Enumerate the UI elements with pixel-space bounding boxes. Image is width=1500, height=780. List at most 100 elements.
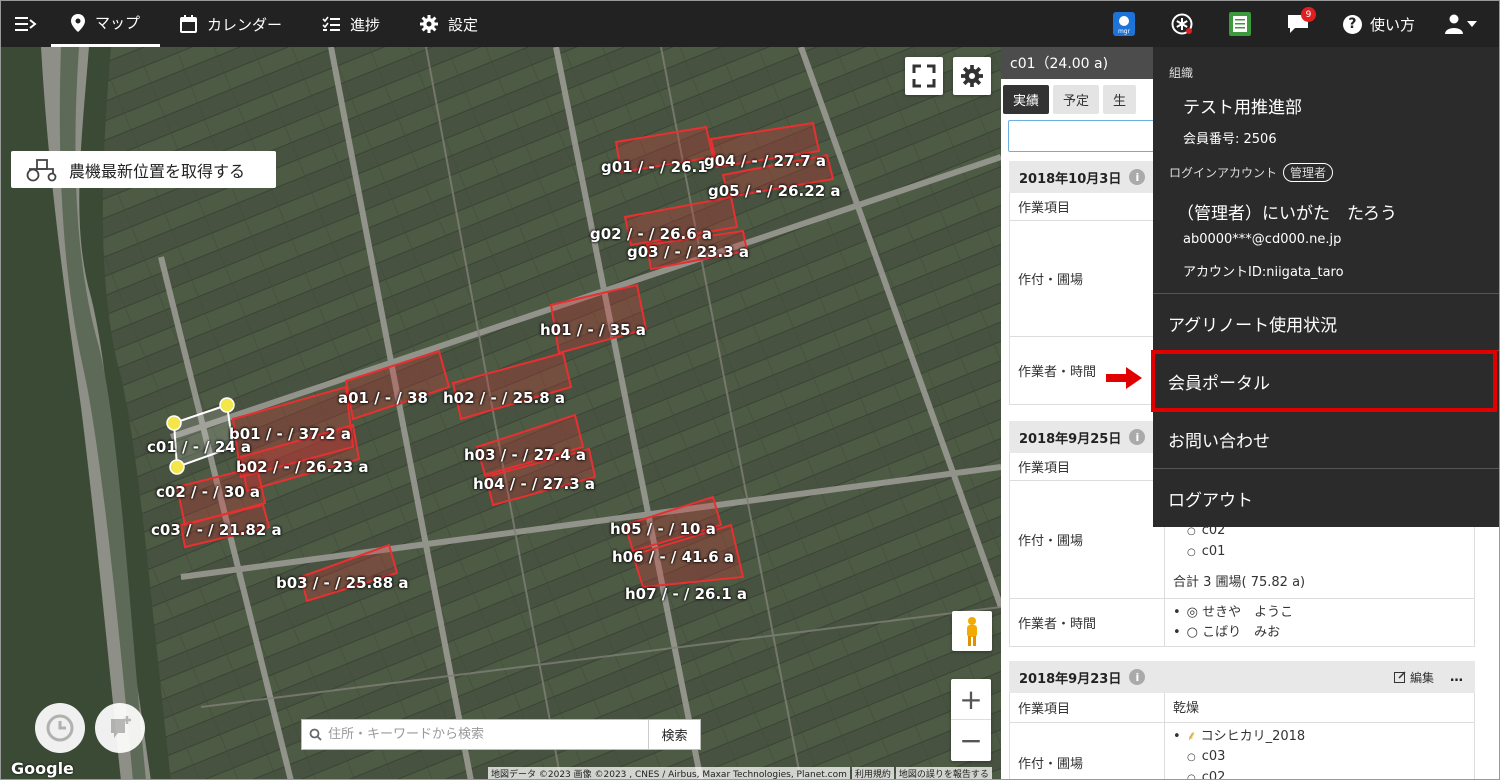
info-icon[interactable]: i: [1129, 169, 1146, 185]
field-a01: [344, 349, 451, 421]
history-button[interactable]: [35, 703, 85, 753]
field-label-h01[interactable]: h01 / - / 35 a: [540, 321, 646, 339]
tab-progress[interactable]: 進捗: [302, 1, 400, 47]
address-search-bar: 検索: [301, 719, 701, 750]
map-data-credit: 地図データ ©2023 画像 ©2023 , CNES / Airbus, Ma…: [488, 767, 850, 779]
tab-progress-label: 進捗: [350, 15, 381, 34]
field-label-h05[interactable]: h05 / - / 10 a: [610, 520, 716, 538]
field-total: 合計 3 圃場( 75.82 a): [1173, 575, 1306, 590]
field-label-g04[interactable]: g04 / - / 27.7 a: [704, 152, 826, 170]
field-item[interactable]: c01: [1173, 542, 1466, 563]
field-item[interactable]: c02: [1173, 768, 1466, 779]
record-date: 2018年9月23日: [1019, 671, 1122, 687]
user-icon: [1445, 14, 1463, 34]
notification-badge: 9: [1300, 7, 1316, 22]
street-view-pegman[interactable]: [952, 611, 992, 651]
manager-app-icon: mgr: [1112, 12, 1135, 36]
menu-item-logout[interactable]: ログアウト: [1153, 469, 1499, 527]
report-error-link[interactable]: 地図の誤りを報告する: [895, 767, 992, 779]
map-pin-icon: [71, 13, 85, 32]
field-label-c01[interactable]: c01 / - / 24 a: [147, 438, 251, 456]
worker-item: ◎ せきや ようこ: [1173, 603, 1466, 623]
user-menu-button[interactable]: [1431, 1, 1499, 47]
crop-item: ⸙ コシヒカリ_2018: [1173, 727, 1466, 747]
record-date: 2018年10月3日: [1019, 171, 1122, 187]
panel-filter-input[interactable]: [1008, 120, 1158, 152]
annotation-arrow-icon: [1106, 367, 1142, 389]
field-label-g01[interactable]: g01 / - / 26.1: [601, 158, 708, 176]
get-tractor-location-button[interactable]: 農機最新位置を取得する: [11, 151, 276, 188]
add-marker-icon: [111, 716, 131, 738]
tab-map[interactable]: マップ: [51, 1, 161, 47]
terms-link[interactable]: 利用規約: [851, 767, 894, 779]
field-label-h06[interactable]: h06 / - / 41.6 a: [612, 548, 734, 566]
member-number: 会員番号: 2506: [1183, 132, 1277, 147]
field-item[interactable]: c03: [1173, 747, 1466, 768]
caret-down-icon: [1467, 21, 1477, 27]
gear-icon: [420, 15, 439, 33]
help-label: 使い方: [1369, 15, 1415, 34]
zoom-in-button[interactable]: +: [951, 679, 991, 720]
edit-button[interactable]: 編集: [1393, 669, 1434, 686]
field-label-c02[interactable]: c02 / - / 30 a: [156, 483, 260, 501]
tab-growth[interactable]: 生: [1103, 85, 1137, 114]
menu-item-member-portal[interactable]: 会員ポータル: [1151, 350, 1497, 412]
field-label-h04[interactable]: h04 / - / 27.3 a: [473, 475, 595, 493]
tab-plans[interactable]: 予定: [1053, 85, 1100, 114]
notifications-button[interactable]: 9: [1269, 1, 1327, 47]
field-label-g03[interactable]: g03 / - / 23.3 a: [627, 243, 749, 261]
tab-settings[interactable]: 設定: [400, 1, 498, 47]
search-button[interactable]: 検索: [648, 720, 700, 749]
menu-item-contact[interactable]: お問い合わせ: [1153, 410, 1499, 468]
tab-calendar[interactable]: カレンダー: [160, 1, 302, 47]
field-label-b03[interactable]: b03 / - / 25.88 a: [276, 574, 408, 592]
work-item-value[interactable]: 乾燥: [1165, 693, 1474, 722]
manual-book-icon: [1228, 12, 1251, 36]
field-label-h07[interactable]: h07 / - / 26.1 a: [625, 585, 747, 603]
user-email: ab0000***@cd000.ne.jp: [1183, 232, 1342, 247]
worker-label: 作業者・時間: [1010, 599, 1165, 646]
help-link[interactable]: ? 使い方: [1327, 1, 1431, 47]
info-icon[interactable]: i: [1129, 429, 1146, 445]
fullscreen-icon: [912, 64, 936, 88]
work-item-label: 作業項目: [1010, 453, 1165, 480]
info-icon[interactable]: i: [1129, 669, 1146, 685]
work-item-row: 作業項目 乾燥: [1009, 693, 1475, 723]
field-label-g05[interactable]: g05 / - / 26.22 a: [708, 182, 840, 200]
manager-app-button[interactable]: mgr: [1095, 1, 1153, 47]
org-heading: 組織: [1169, 66, 1194, 80]
menu-item-usage[interactable]: アグリノート使用状況: [1153, 294, 1499, 352]
calendar-icon: [180, 15, 198, 33]
field-label-a01[interactable]: a01 / - / 38: [338, 389, 428, 407]
org-name: テスト用推進部: [1183, 98, 1302, 118]
field-label-h03[interactable]: h03 / - / 27.4 a: [464, 446, 586, 464]
add-marker-button[interactable]: [95, 703, 145, 753]
map-settings-button[interactable]: [953, 57, 991, 95]
clock-icon: [46, 714, 74, 742]
search-icon: [302, 728, 328, 741]
tab-results[interactable]: 実績: [1003, 85, 1050, 114]
worker-row: 作業者・時間 ◎ せきや ようこ ○ こばり みお: [1009, 599, 1475, 647]
tab-settings-label: 設定: [448, 15, 479, 34]
field-label: 作付・圃場: [1010, 723, 1165, 779]
field-label-g02[interactable]: g02 / - / 26.6 a: [590, 225, 712, 243]
login-account-heading: ログインアカウント 管理者: [1169, 163, 1334, 182]
work-item-label: 作業項目: [1010, 693, 1165, 722]
fullscreen-button[interactable]: [905, 57, 943, 95]
field-row: 作付・圃場 ⸙ コシヒカリ_2018 c03 c02: [1009, 723, 1475, 779]
zoom-control: + −: [951, 679, 991, 761]
more-options-button[interactable]: …: [1450, 670, 1463, 685]
field-label-b02[interactable]: b02 / - / 26.23 a: [236, 458, 368, 476]
user-dropdown-menu: 組織 テスト用推進部 会員番号: 2506 ログインアカウント 管理者 （管理者）…: [1151, 47, 1499, 527]
google-logo: Google: [11, 759, 74, 778]
menu-toggle-button[interactable]: [1, 1, 51, 47]
manual-book-button[interactable]: [1211, 1, 1269, 47]
satellite-map[interactable]: g01 / - / 26.1 g04 / - / 27.7 a g05 / - / …: [1, 47, 1001, 779]
support-button[interactable]: [1153, 1, 1211, 47]
field-label-c03[interactable]: c03 / - / 21.82 a: [151, 521, 282, 539]
address-search-input[interactable]: [328, 727, 648, 742]
gear-icon: [961, 65, 983, 87]
worker-item: ○ こばり みお: [1173, 623, 1466, 643]
zoom-out-button[interactable]: −: [951, 720, 991, 761]
field-label-h02[interactable]: h02 / - / 25.8 a: [443, 389, 565, 407]
